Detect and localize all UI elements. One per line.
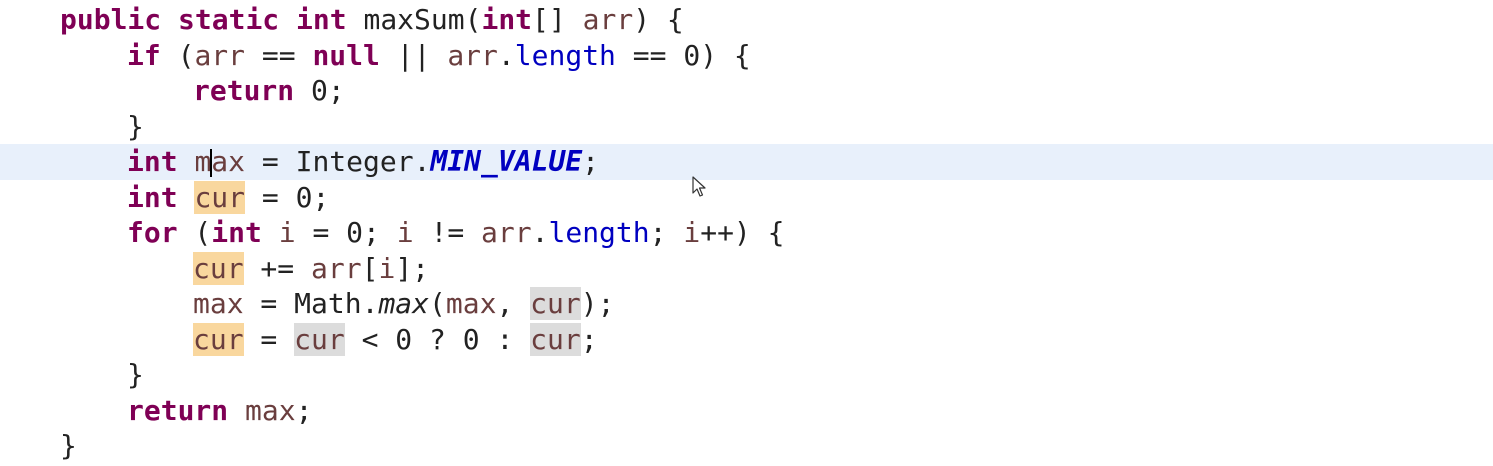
- code-token: int: [481, 3, 533, 36]
- code-token: (: [177, 216, 212, 249]
- code-token: []: [532, 3, 583, 36]
- code-token: return: [127, 393, 229, 427]
- code-token: !=: [413, 216, 482, 249]
- code-line[interactable]: for (int i = 0; i != arr.length; i++) {: [0, 215, 1493, 251]
- code-token: cur: [193, 322, 244, 356]
- code-token: if: [127, 38, 161, 72]
- code-token: arr: [311, 251, 362, 285]
- code-token: return: [193, 74, 295, 107]
- code-token: +=: [243, 251, 312, 285]
- mouse-pointer-icon: [692, 176, 706, 197]
- code-line[interactable]: }: [0, 357, 1493, 393]
- code-token: ];: [395, 251, 430, 285]
- code-line[interactable]: }: [0, 109, 1493, 145]
- code-token: );: [580, 287, 615, 320]
- code-token: int: [211, 216, 262, 249]
- code-token: cur: [294, 322, 345, 356]
- code-token: }: [127, 109, 144, 143]
- code-line[interactable]: max = Math.max(max, cur);: [0, 286, 1493, 322]
- code-token: = 0;: [245, 180, 330, 214]
- code-token: ) {: [633, 3, 684, 36]
- code-token: arr: [481, 216, 532, 249]
- code-token: maxSum(: [346, 3, 482, 36]
- code-token: .: [497, 38, 515, 72]
- code-token: cur: [530, 287, 581, 320]
- code-line[interactable]: if (arr == null || arr.length == 0) {: [0, 38, 1493, 74]
- code-token: = 0;: [295, 216, 397, 249]
- code-token: }: [127, 358, 144, 391]
- code-token: length: [548, 216, 650, 249]
- code-token: m: [194, 145, 212, 178]
- code-token: i: [396, 216, 414, 249]
- code-token: null: [312, 38, 380, 72]
- code-token: = Math.: [243, 287, 379, 320]
- code-token: max: [378, 287, 430, 320]
- code-line[interactable]: return 0;: [0, 73, 1493, 109]
- code-token: =: [243, 322, 295, 356]
- code-line[interactable]: public static int maxSum(int[] arr) {: [0, 2, 1493, 38]
- code-token: int: [127, 180, 178, 214]
- code-editor[interactable]: public static int maxSum(int[] arr) { if…: [0, 2, 1493, 466]
- code-token: .: [531, 216, 549, 249]
- code-token: }: [60, 429, 77, 462]
- code-token: i: [683, 216, 701, 249]
- code-token: max: [445, 287, 497, 320]
- code-token: cur: [193, 251, 244, 285]
- code-token: i: [278, 216, 296, 249]
- code-token: static: [178, 3, 280, 36]
- code-token: arr: [447, 38, 498, 72]
- code-token: int: [296, 3, 347, 36]
- code-token: length: [514, 38, 616, 72]
- code-token: i: [378, 251, 396, 285]
- code-token: ++) {: [700, 216, 785, 249]
- code-token: (: [160, 38, 195, 72]
- current-code-line[interactable]: int max = Integer.MIN_VALUE;: [0, 144, 1493, 180]
- code-token: (: [429, 287, 446, 320]
- code-token: MIN_VALUE: [430, 145, 583, 178]
- code-line[interactable]: cur = cur < 0 ? 0 : cur;: [0, 322, 1493, 358]
- code-token: ax: [211, 145, 246, 178]
- code-token: ,: [496, 287, 531, 320]
- code-token: ||: [379, 38, 448, 72]
- code-line[interactable]: int cur = 0;: [0, 180, 1493, 216]
- code-line[interactable]: return max;: [0, 393, 1493, 429]
- code-token: arr: [194, 38, 246, 72]
- code-token: max: [193, 287, 244, 320]
- code-token: < 0 ? 0 :: [344, 322, 531, 356]
- code-token: arr: [582, 3, 634, 36]
- code-token: [: [361, 251, 379, 285]
- code-line[interactable]: cur += arr[i];: [0, 251, 1493, 287]
- code-token: ;: [649, 216, 684, 249]
- code-token: ==: [245, 38, 313, 72]
- code-token: for: [127, 216, 178, 249]
- code-token: int: [127, 145, 178, 178]
- code-line[interactable]: }: [0, 428, 1493, 464]
- code-token: 0;: [294, 74, 345, 107]
- code-token: ;: [295, 393, 313, 427]
- code-token: cur: [194, 180, 246, 214]
- code-token: public: [60, 3, 162, 36]
- code-token: cur: [530, 322, 581, 356]
- code-token: ;: [580, 322, 598, 356]
- code-token: = Integer.: [245, 145, 431, 178]
- code-token: max: [245, 393, 296, 427]
- code-token: ;: [582, 145, 600, 178]
- code-token: == 0) {: [615, 38, 751, 72]
